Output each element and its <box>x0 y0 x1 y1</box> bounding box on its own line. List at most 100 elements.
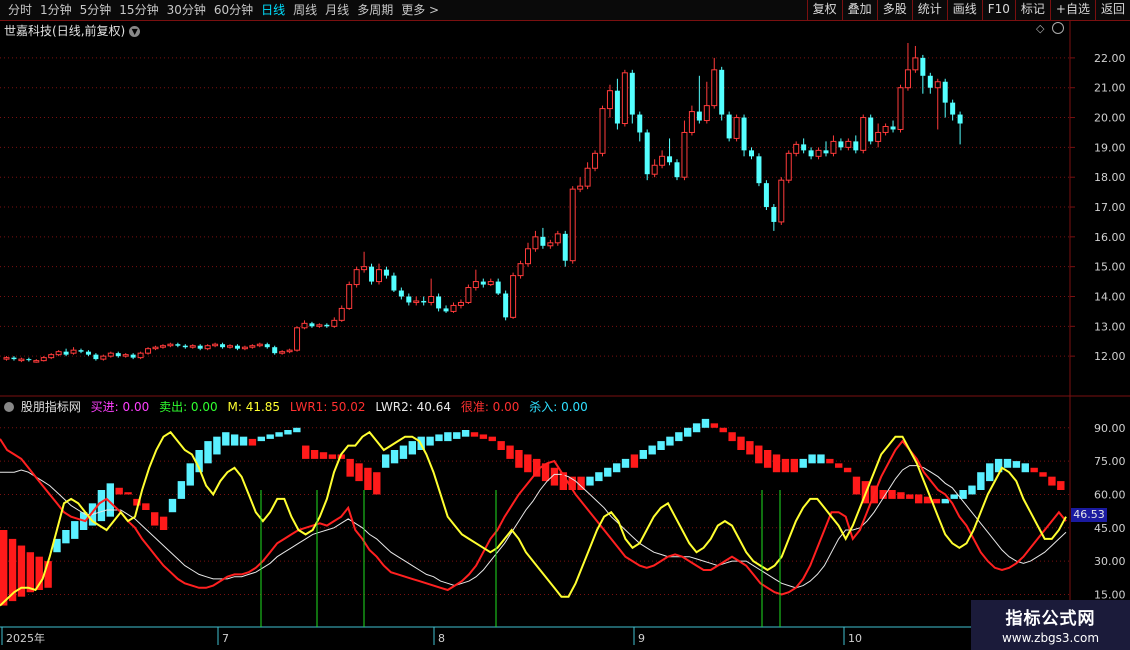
indicator-block <box>497 441 505 450</box>
indicator-block <box>1003 458 1012 468</box>
candle-body <box>912 57 919 71</box>
indicator-block <box>390 450 399 464</box>
indicator-block <box>1039 472 1047 477</box>
candle-body <box>457 301 464 306</box>
candle-body <box>540 236 546 246</box>
candle-body <box>316 324 323 327</box>
candle-body <box>220 344 226 348</box>
indicator-block <box>1048 476 1056 486</box>
candle-body <box>785 152 792 181</box>
candle-body <box>637 114 643 133</box>
candle-body <box>569 188 576 262</box>
candle-body <box>592 152 599 169</box>
candle-body <box>472 281 479 289</box>
kill-value: 杀入: 0.00 <box>529 400 588 414</box>
candle-body <box>421 300 427 303</box>
indicator-block <box>204 441 212 464</box>
indicator-block <box>826 458 834 464</box>
candle-body <box>882 125 889 133</box>
candle-body <box>629 72 635 115</box>
indicator-block <box>168 498 177 513</box>
indicator-block <box>453 432 461 439</box>
candle-body <box>137 352 144 359</box>
candle-body <box>249 345 256 348</box>
indicator-block <box>808 454 816 464</box>
candle-body <box>93 354 99 360</box>
indicator-block <box>772 454 781 473</box>
gear-icon[interactable] <box>4 402 14 412</box>
watermark-title: 指标公式网 <box>1005 609 1096 629</box>
indicator-block <box>630 454 639 468</box>
candle-body <box>294 327 301 351</box>
indicator-block <box>177 481 186 499</box>
indicator-block <box>781 458 790 473</box>
indicator-block <box>355 463 363 482</box>
candle-body <box>599 108 606 154</box>
candle-body <box>510 275 517 318</box>
candle-body <box>63 351 69 355</box>
indicator-block <box>932 498 941 504</box>
candle-body <box>391 275 397 291</box>
candle-body <box>711 69 718 107</box>
candle-body <box>376 269 382 283</box>
candle-body <box>204 345 211 350</box>
candle-body <box>11 357 17 360</box>
indicator-block <box>710 423 719 428</box>
candle-body <box>868 117 874 142</box>
candle-body <box>301 322 308 329</box>
indicator-block <box>888 490 896 499</box>
indicator-name: 股朋指标网 <box>20 400 81 414</box>
candle-body <box>950 102 956 115</box>
candle-body <box>957 114 963 124</box>
candle-body <box>272 347 278 354</box>
date-label: 10 <box>848 632 862 645</box>
indicator-block <box>381 454 390 468</box>
date-label: 8 <box>438 632 445 645</box>
candle-body <box>503 293 509 318</box>
indicator-block <box>657 441 665 450</box>
indicator-block <box>835 463 843 468</box>
indicator-block <box>906 494 914 499</box>
indicator-block <box>595 472 603 482</box>
candle-body <box>808 150 814 157</box>
indicator-block <box>817 454 825 464</box>
indicator-block <box>639 450 647 459</box>
lwr1-value: LWR1: 50.02 <box>289 400 366 414</box>
candle-body <box>331 319 338 327</box>
candle-body <box>577 185 584 190</box>
candle-body <box>614 90 620 124</box>
candle-body <box>18 358 25 362</box>
candle-body <box>189 345 196 348</box>
indicator-block <box>506 445 514 459</box>
candle-body <box>78 350 84 352</box>
date-label: 9 <box>638 632 645 645</box>
indicator-block <box>968 485 976 495</box>
candle-body <box>234 345 240 349</box>
indicator-block <box>737 436 745 450</box>
indicator-block <box>346 458 354 477</box>
indicator-block <box>461 430 470 437</box>
indicator-block <box>213 436 221 455</box>
indicator-block <box>142 503 150 510</box>
current-value-tag: 46.53 <box>1071 508 1107 522</box>
indicator-block <box>444 432 452 442</box>
candle-body <box>398 290 404 297</box>
lwr2-value: LWR2: 40.64 <box>375 400 451 414</box>
candle-body <box>436 296 442 309</box>
candle-body <box>465 287 472 303</box>
candle-body <box>897 87 904 130</box>
candle-body <box>130 354 136 358</box>
candle-body <box>40 357 47 362</box>
candle-body <box>763 183 769 208</box>
candle-body <box>823 150 829 154</box>
indicator-block <box>62 530 70 544</box>
candle-body <box>733 117 740 139</box>
candle-body <box>771 207 777 222</box>
candle-body <box>562 233 568 261</box>
candle-body <box>361 266 368 271</box>
indicator-block <box>310 450 319 459</box>
indicator-block <box>293 427 301 433</box>
candle-body <box>152 346 159 350</box>
candle-body <box>286 349 293 353</box>
indicator-block <box>746 441 754 455</box>
